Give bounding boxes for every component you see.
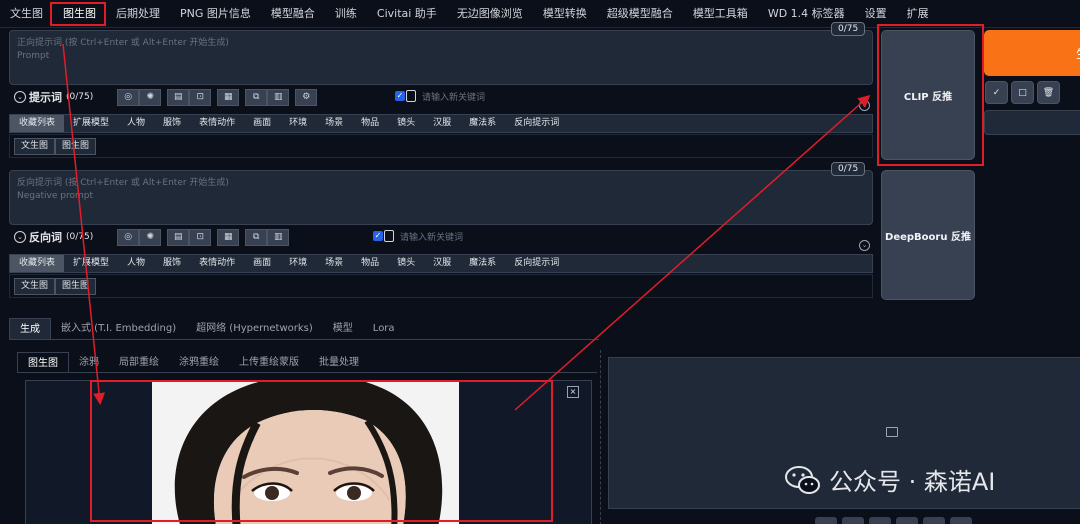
annotation-arrows (62, 43, 871, 411)
